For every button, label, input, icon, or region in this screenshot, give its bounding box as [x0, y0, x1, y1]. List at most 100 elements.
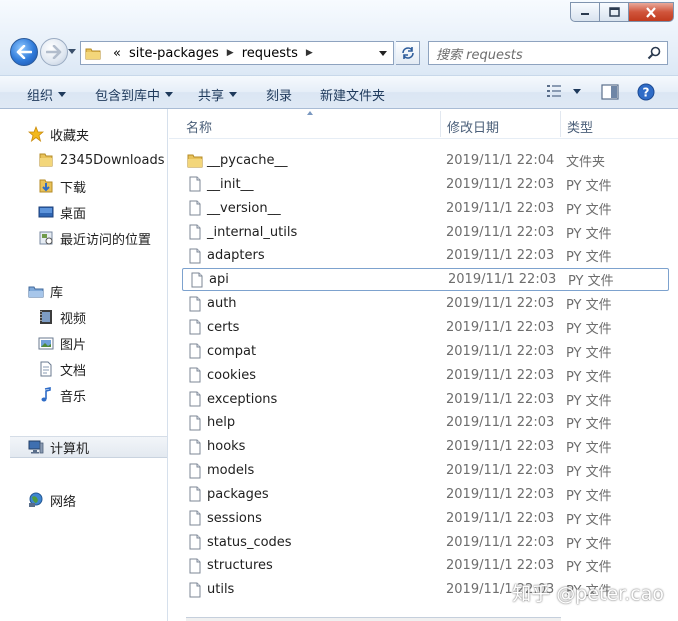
file-row[interactable]: __version__ 2019/11/1 22:03 PY 文件 [181, 197, 671, 220]
close-button[interactable] [628, 2, 674, 22]
chevron-down-icon[interactable] [573, 88, 581, 94]
breadcrumb-requests[interactable]: requests [242, 46, 298, 61]
nav-item-music[interactable]: 音乐 [37, 384, 167, 406]
column-date-modified[interactable]: 修改日期 [447, 117, 499, 136]
column-name[interactable]: 名称 [186, 117, 212, 136]
organize-button[interactable]: 组织 [27, 85, 67, 104]
file-row[interactable]: _internal_utils 2019/11/1 22:03 PY 文件 [181, 221, 671, 244]
recent-pages-dropdown[interactable] [68, 49, 76, 54]
nav-item-label: 2345Downloads [60, 152, 165, 168]
share-button[interactable]: 共享 [198, 85, 238, 104]
file-name: hooks [207, 439, 246, 455]
nav-computer-label: 计算机 [50, 441, 90, 457]
include-in-library-button[interactable]: 包含到库中 [95, 85, 174, 104]
breadcrumb-site-packages[interactable]: site-packages [129, 46, 219, 61]
file-name: __version__ [207, 200, 281, 216]
star-icon [27, 125, 45, 143]
preview-pane-button[interactable] [601, 83, 619, 101]
nav-item-desktop[interactable]: 桌面 [37, 201, 167, 223]
file-row[interactable]: status_codes 2019/11/1 22:03 PY 文件 [181, 531, 671, 554]
new-folder-button[interactable]: 新建文件夹 [320, 85, 385, 104]
search-icon[interactable] [644, 46, 664, 60]
file-row[interactable]: __init__ 2019/11/1 22:03 PY 文件 [181, 173, 671, 196]
refresh-button[interactable] [396, 41, 420, 65]
chevron-down-icon [229, 92, 238, 97]
file-row[interactable]: hooks 2019/11/1 22:03 PY 文件 [181, 435, 671, 458]
nav-item-label: 桌面 [60, 206, 87, 222]
navigation-pane: 收藏夹 2345Downloads 下载 桌面 最近访问的位置 库 视频 图片 … [0, 109, 168, 621]
file-row[interactable]: auth 2019/11/1 22:03 PY 文件 [181, 292, 671, 315]
address-history-dropdown[interactable] [379, 51, 387, 56]
file-name: _internal_utils [207, 224, 298, 240]
nav-item-pictures[interactable]: 图片 [37, 332, 167, 354]
close-icon [646, 6, 656, 18]
file-row[interactable]: sessions 2019/11/1 22:03 PY 文件 [181, 507, 671, 530]
file-row[interactable]: certs 2019/11/1 22:03 PY 文件 [181, 316, 671, 339]
nav-item-videos[interactable]: 视频 [37, 306, 167, 328]
file-date-modified: 2019/11/1 22:03 [446, 415, 555, 431]
file-row[interactable]: adapters 2019/11/1 22:03 PY 文件 [181, 244, 671, 267]
python-file-icon [186, 509, 204, 527]
file-type: PY 文件 [566, 226, 612, 242]
python-file-icon [188, 271, 206, 289]
folder-icon [186, 152, 204, 170]
nav-computer[interactable]: 计算机 [10, 436, 167, 458]
chevron-down-icon [58, 92, 67, 97]
column-type[interactable]: 类型 [567, 117, 593, 136]
python-file-icon [186, 175, 204, 193]
maximize-button[interactable] [599, 2, 628, 22]
nav-item-label: 文档 [60, 363, 87, 379]
file-type: PY 文件 [566, 488, 612, 504]
file-name: auth [207, 296, 237, 312]
file-row[interactable]: cookies 2019/11/1 22:03 PY 文件 [181, 364, 671, 387]
file-name: __init__ [207, 176, 254, 192]
nav-libraries[interactable]: 库 [27, 280, 167, 302]
python-file-icon [186, 462, 204, 480]
nav-item-documents[interactable]: 文档 [37, 358, 167, 380]
file-row[interactable]: packages 2019/11/1 22:03 PY 文件 [181, 483, 671, 506]
chevron-right-icon[interactable]: ▶ [227, 48, 234, 58]
file-row[interactable]: structures 2019/11/1 22:03 PY 文件 [181, 554, 671, 577]
file-name: exceptions [207, 391, 278, 407]
python-file-icon [186, 366, 204, 384]
caption-buttons [570, 2, 674, 24]
minimize-button[interactable] [570, 2, 599, 22]
arrow-left-icon [16, 45, 32, 59]
nav-item-label: 下载 [60, 180, 87, 196]
file-type: PY 文件 [566, 512, 612, 528]
file-name: sessions [207, 510, 262, 526]
help-button[interactable]: ? [637, 83, 655, 101]
column-separator[interactable] [440, 111, 441, 137]
file-type: PY 文件 [566, 536, 612, 552]
forward-button[interactable] [40, 38, 68, 66]
horizontal-scrollbar[interactable] [186, 617, 561, 621]
python-file-icon [186, 318, 204, 336]
file-row[interactable]: compat 2019/11/1 22:03 PY 文件 [181, 340, 671, 363]
address-bar[interactable]: « site-packages ▶ requests ▶ [80, 41, 394, 65]
file-row[interactable]: help 2019/11/1 22:03 PY 文件 [181, 411, 671, 434]
file-name: help [207, 415, 236, 431]
nav-item-2345downloads[interactable]: 2345Downloads [37, 149, 167, 171]
python-file-icon [186, 199, 204, 217]
file-row[interactable]: exceptions 2019/11/1 22:03 PY 文件 [181, 388, 671, 411]
refresh-icon [401, 47, 414, 59]
nav-item-recent-places[interactable]: 最近访问的位置 [37, 227, 167, 249]
search-input[interactable]: 搜索 requests [436, 44, 644, 63]
library-icon [27, 282, 45, 300]
burn-button[interactable]: 刻录 [266, 85, 292, 104]
nav-item-downloads[interactable]: 下载 [37, 175, 167, 197]
file-row[interactable]: api 2019/11/1 22:03 PY 文件 [182, 268, 669, 292]
nav-favorites[interactable]: 收藏夹 [27, 123, 167, 145]
chevron-right-icon[interactable]: ▶ [306, 48, 313, 58]
file-row[interactable]: __pycache__ 2019/11/1 22:04 文件夹 [181, 149, 671, 172]
recent-places-icon [37, 229, 55, 247]
search-box[interactable]: 搜索 requests [428, 41, 668, 65]
address-prefix[interactable]: « [113, 46, 121, 61]
change-view-button[interactable] [546, 83, 581, 99]
nav-network[interactable]: 网络 [27, 489, 167, 511]
file-row[interactable]: models 2019/11/1 22:03 PY 文件 [181, 459, 671, 482]
python-file-icon [186, 342, 204, 360]
file-date-modified: 2019/11/1 22:03 [446, 319, 555, 335]
back-button[interactable] [10, 38, 38, 66]
column-separator[interactable] [560, 111, 561, 137]
